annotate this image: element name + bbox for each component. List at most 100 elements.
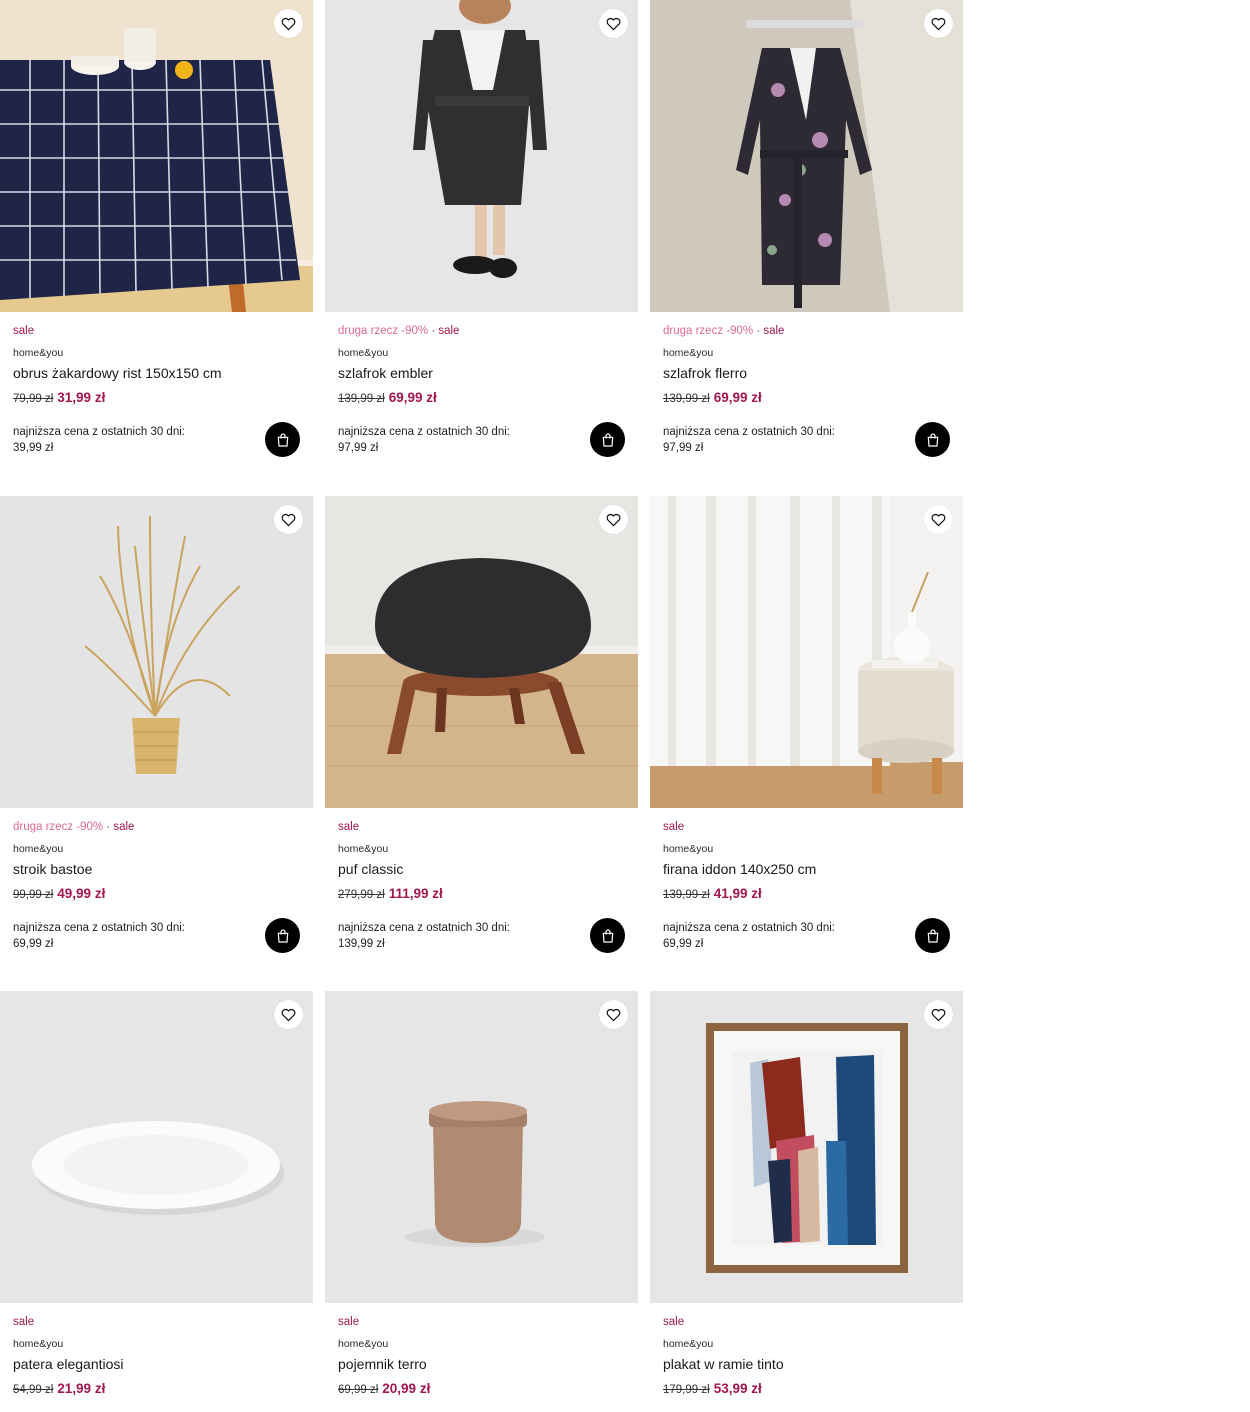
product-image-robe-embler[interactable] (325, 0, 638, 312)
product-name[interactable]: puf classic (338, 860, 628, 878)
add-to-cart-button[interactable] (590, 918, 625, 953)
favorite-button[interactable] (274, 9, 303, 38)
product-name[interactable]: szlafrok flerro (663, 364, 953, 382)
promo-tag: druga rzecz -90% (13, 821, 104, 833)
shopping-bag-icon (277, 432, 288, 447)
product-brand: home&you (13, 843, 64, 855)
shopping-bag-icon (927, 928, 938, 943)
old-price: 54,99 zł (13, 1384, 54, 1396)
lowest-price-value: 139,99 zł (338, 938, 385, 950)
price-row: 139,99 zł 69,99 zł (663, 390, 953, 406)
product-brand: home&you (663, 843, 714, 855)
old-price: 69,99 zł (338, 1384, 379, 1396)
favorite-button[interactable] (274, 1000, 303, 1029)
sale-price: 111,99 zł (388, 886, 443, 901)
product-brand: home&you (663, 347, 714, 359)
shopping-bag-icon (602, 432, 613, 447)
price-row: 99,99 zł 49,99 zł (13, 886, 303, 902)
product-info: druga rzecz -90% · sale home&you szlafro… (338, 324, 628, 406)
product-brand: home&you (338, 347, 389, 359)
add-to-cart-button[interactable] (265, 422, 300, 457)
sale-tag: sale (338, 821, 360, 833)
add-to-cart-button[interactable] (265, 918, 300, 953)
sale-tag: sale (663, 821, 685, 833)
product-tags: sale (13, 1315, 303, 1330)
heart-icon (931, 17, 946, 31)
lowest-price-note: najniższa cena z ostatnich 30 dni: 97,99 … (338, 424, 568, 456)
sale-tag: sale (763, 325, 785, 337)
product-image-firana[interactable] (650, 496, 963, 808)
product-image-pojemnik[interactable] (325, 991, 638, 1303)
product-name[interactable]: plakat w ramie tinto (663, 1355, 953, 1373)
add-to-cart-button[interactable] (915, 918, 950, 953)
product-tags: sale (13, 324, 303, 339)
lowest-price-note: najniższa cena z ostatnich 30 dni: 139,99… (338, 920, 568, 952)
lowest-price-value: 69,99 zł (663, 938, 704, 950)
heart-icon (606, 1008, 621, 1022)
product-image-puf[interactable] (325, 496, 638, 808)
product-name[interactable]: patera elegantiosi (13, 1355, 303, 1373)
old-price: 139,99 zł (338, 393, 385, 405)
sale-tag: sale (438, 325, 460, 337)
add-to-cart-button[interactable] (590, 422, 625, 457)
product-name[interactable]: szlafrok embler (338, 364, 628, 382)
favorite-button[interactable] (924, 1000, 953, 1029)
favorite-button[interactable] (924, 9, 953, 38)
sale-tag: sale (13, 1316, 35, 1328)
sale-tag: sale (13, 325, 35, 337)
promo-tag: druga rzecz -90% (663, 325, 754, 337)
favorite-button[interactable] (274, 505, 303, 534)
product-name[interactable]: pojemnik terro (338, 1355, 628, 1373)
price-row: 179,99 zł 53,99 zł (663, 1381, 953, 1397)
product-tags: sale (663, 820, 953, 835)
favorite-button[interactable] (924, 505, 953, 534)
product-tags: druga rzecz -90% · sale (338, 325, 460, 337)
product-brand: home&you (338, 843, 389, 855)
shopping-bag-icon (602, 928, 613, 943)
product-name[interactable]: firana iddon 140x250 cm (663, 860, 953, 878)
add-to-cart-button[interactable] (915, 422, 950, 457)
favorite-button[interactable] (599, 505, 628, 534)
product-info: druga rzecz -90% · sale home&you stroik … (13, 820, 303, 902)
heart-icon (281, 513, 296, 527)
product-brand: home&you (13, 1338, 64, 1350)
product-image-plakat[interactable] (650, 991, 963, 1303)
heart-icon (281, 1008, 296, 1022)
sale-price: 20,99 zł (382, 1381, 431, 1396)
lowest-price-note: najniższa cena z ostatnich 30 dni: 97,99 … (663, 424, 893, 456)
product-name[interactable]: obrus żakardowy rist 150x150 cm (13, 364, 303, 382)
product-tags: sale (338, 820, 628, 835)
price-row: 54,99 zł 21,99 zł (13, 1381, 303, 1397)
product-brand: home&you (338, 1338, 389, 1350)
product-tags: sale (663, 1315, 953, 1330)
old-price: 79,99 zł (13, 393, 54, 405)
product-brand: home&you (13, 347, 64, 359)
price-row: 79,99 zł 31,99 zł (13, 390, 303, 406)
product-name[interactable]: stroik bastoe (13, 860, 303, 878)
sale-price: 21,99 zł (57, 1381, 106, 1396)
product-info: sale home&you firana iddon 140x250 cm 13… (663, 820, 953, 902)
lowest-price-note: najniższa cena z ostatnich 30 dni: 39,99 … (13, 424, 243, 456)
sale-price: 41,99 zł (713, 886, 762, 901)
heart-icon (931, 1008, 946, 1022)
product-image-tablecloth[interactable] (0, 0, 313, 312)
product-info: sale home&you pojemnik terro 69,99 zł 20,… (338, 1315, 628, 1397)
heart-icon (281, 17, 296, 31)
old-price: 179,99 zł (663, 1384, 710, 1396)
old-price: 99,99 zł (13, 889, 54, 901)
sale-tag: sale (338, 1316, 360, 1328)
lowest-price-value: 97,99 zł (663, 442, 704, 454)
product-brand: home&you (663, 1338, 714, 1350)
promo-tag: druga rzecz -90% (338, 325, 429, 337)
favorite-button[interactable] (599, 1000, 628, 1029)
product-image-robe-flerro[interactable] (650, 0, 963, 312)
product-image-stroik[interactable] (0, 496, 313, 808)
product-info: druga rzecz -90% · sale home&you szlafro… (663, 324, 953, 406)
old-price: 279,99 zł (338, 889, 385, 901)
shopping-bag-icon (927, 432, 938, 447)
product-image-patera[interactable] (0, 991, 313, 1303)
product-info: sale home&you puf classic 279,99 zł 111,9… (338, 820, 628, 902)
favorite-button[interactable] (599, 9, 628, 38)
lowest-price-value: 39,99 zł (13, 442, 54, 454)
sale-tag: sale (113, 821, 135, 833)
